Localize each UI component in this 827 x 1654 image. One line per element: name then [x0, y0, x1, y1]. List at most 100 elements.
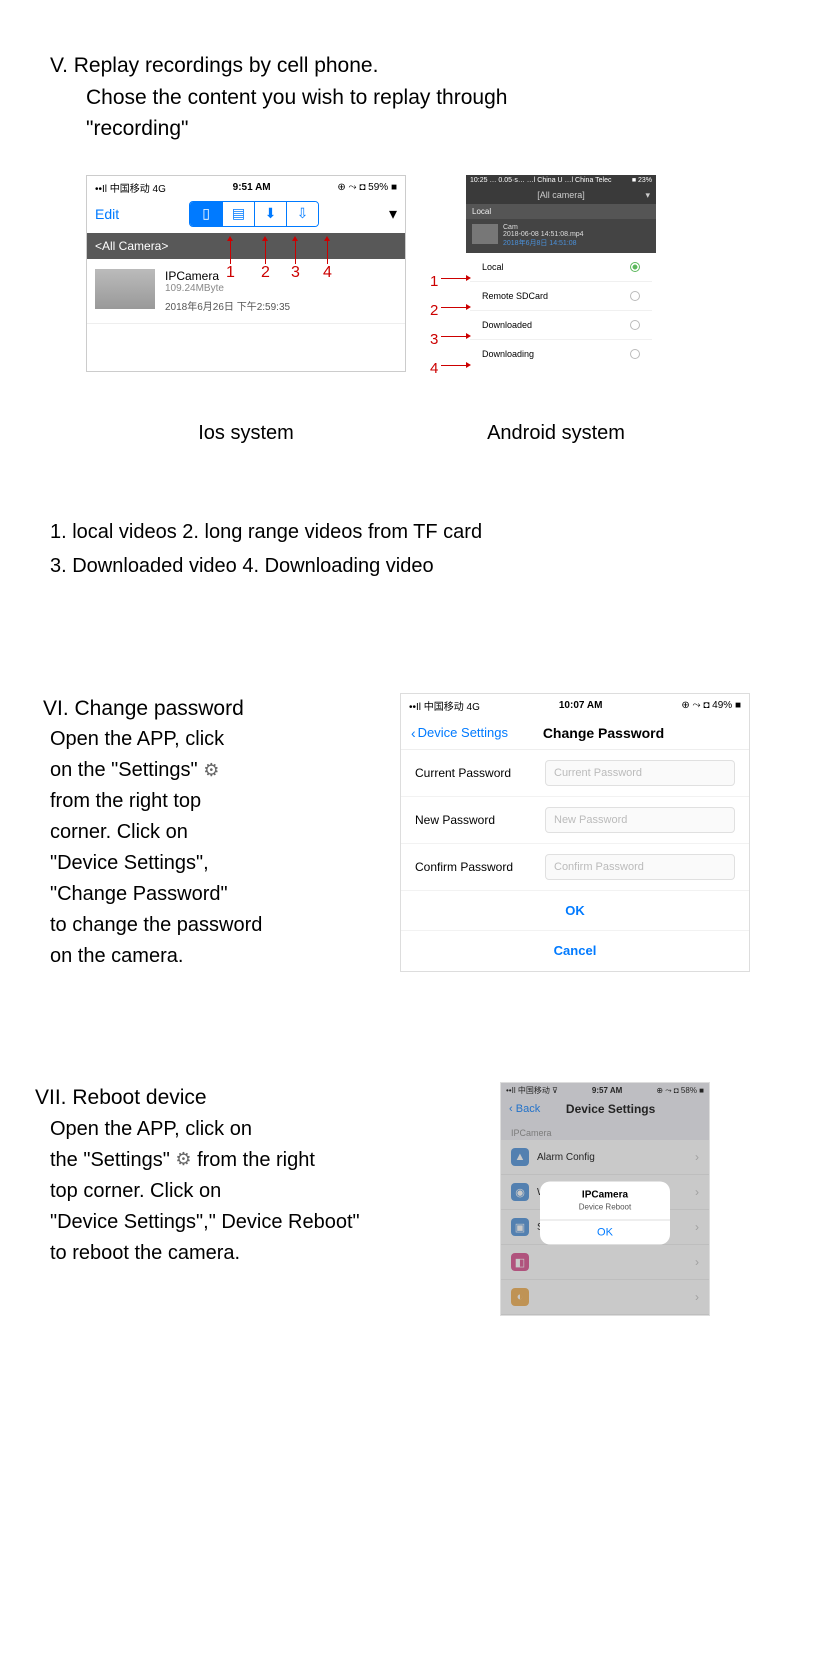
callout-number: 3 — [430, 331, 438, 348]
video-thumbnail — [95, 269, 155, 309]
heading-line: "recording" — [86, 113, 787, 145]
downloading-icon[interactable]: ⇩ — [286, 202, 318, 226]
ios-caption: Ios system — [86, 422, 406, 445]
option-remote-sd[interactable]: Remote SDCard — [470, 282, 652, 311]
callout-number: 4 — [430, 360, 438, 377]
callout-number: 1 — [226, 264, 235, 282]
segmented-control[interactable]: ▯ ▤ ⬇ ⇩ — [189, 201, 319, 227]
video-date: 2018年6月26日 下午2:59:35 — [165, 298, 290, 313]
new-password-row: New Password New Password — [401, 797, 749, 844]
callout-line — [441, 278, 467, 279]
callout: 3 — [430, 331, 467, 348]
alert-title: IPCamera — [540, 1181, 670, 1202]
new-password-input[interactable]: New Password — [545, 807, 735, 833]
option-label: Downloaded — [482, 320, 532, 330]
body-text: on the "Settings" — [50, 759, 198, 781]
alert-ok-button[interactable]: OK — [540, 1219, 670, 1244]
callout-line — [441, 336, 467, 337]
status-battery: ⊕ ⤳ ◘ 49% ■ — [681, 700, 741, 711]
body-line: to change the password — [50, 910, 370, 941]
section7-text: VII. Reboot device Open the APP, click o… — [50, 1082, 470, 1269]
radio-icon — [630, 262, 640, 272]
edit-button[interactable]: Edit — [95, 206, 119, 222]
option-label: Remote SDCard — [482, 291, 548, 301]
heading-line: V. Replay recordings by cell phone. — [50, 50, 787, 82]
downloaded-icon[interactable]: ⬇ — [254, 202, 286, 226]
status-carrier: ••Il 中国移动 4G — [409, 698, 480, 713]
current-password-row: Current Password Current Password — [401, 750, 749, 797]
radio-icon — [630, 320, 640, 330]
bottom-sheet: Local Remote SDCard Downloaded Downloadi… — [470, 253, 652, 368]
callout-arrow — [295, 240, 296, 264]
option-downloaded[interactable]: Downloaded — [470, 311, 652, 340]
callout-arrow — [230, 240, 231, 264]
status-time: 9:51 AM — [233, 182, 271, 193]
body-line: on the camera. — [50, 941, 370, 972]
video-name: Cam — [503, 224, 584, 231]
ios-screenshot-recordings: ••Il 中国移动 4G 9:51 AM ⊕ ⤳ ◘ 59% ■ Edit ▯ … — [86, 175, 406, 372]
option-local[interactable]: Local — [470, 253, 652, 282]
callout-number: 3 — [291, 264, 300, 282]
ok-button[interactable]: OK — [401, 891, 749, 931]
section-change-password: VI. Change password Open the APP, click … — [50, 693, 787, 973]
filter-icon[interactable]: ▾ — [389, 204, 397, 224]
alert-message: Device Reboot — [540, 1202, 670, 1219]
video-date: 2018年6月8日 14:51:08 — [503, 238, 584, 248]
body-line: Open the APP, click on — [50, 1114, 470, 1145]
sd-card-icon[interactable]: ▤ — [222, 202, 254, 226]
cancel-button[interactable]: Cancel — [401, 931, 749, 970]
callout: 1 — [430, 273, 467, 290]
confirm-password-input[interactable]: Confirm Password — [545, 854, 735, 880]
current-password-input[interactable]: Current Password — [545, 760, 735, 786]
field-label: New Password — [415, 813, 545, 827]
ios-screenshot-change-password: ••Il 中国移动 4G 10:07 AM ⊕ ⤳ ◘ 49% ■ ‹ Devi… — [400, 693, 750, 973]
option-downloading[interactable]: Downloading — [470, 340, 652, 368]
status-left: 10:25 … 0.05·s… …l China U …l China Tele… — [470, 177, 612, 184]
video-row[interactable]: Cam 2018-06-08 14:51:08.mp4 2018年6月8日 14… — [466, 219, 656, 253]
video-row[interactable]: IPCamera 109.24MByte 2018年6月26日 下午2:59:3… — [87, 259, 405, 324]
body-line: the "Settings" ⚙ from the right — [50, 1145, 470, 1176]
section6-text: VI. Change password Open the APP, click … — [50, 693, 370, 973]
nav-bar: Edit ▯ ▤ ⬇ ⇩ ▾ — [87, 199, 405, 233]
android-caption: Android system — [406, 422, 706, 445]
video-file: 2018-06-08 14:51:08.mp4 — [503, 231, 584, 238]
body-line: "Device Settings"," Device Reboot" — [50, 1207, 470, 1238]
breadcrumb[interactable]: <All Camera> — [87, 233, 405, 259]
filter-icon[interactable]: ▾ — [645, 190, 650, 201]
callout-line — [441, 365, 467, 366]
screen-title: [All camera] ▾ — [466, 186, 656, 204]
section5-heading: V. Replay recordings by cell phone. Chos… — [50, 50, 787, 145]
option-label: Downloading — [482, 349, 534, 359]
chevron-left-icon[interactable]: ‹ — [411, 725, 416, 741]
phone-icon[interactable]: ▯ — [190, 202, 222, 226]
callout-number: 2 — [430, 302, 438, 319]
status-battery: ⊕ ⤳ ◘ 59% ■ — [337, 182, 397, 193]
video-meta: Cam 2018-06-08 14:51:08.mp4 2018年6月8日 14… — [503, 224, 584, 248]
body-line: "Device Settings", — [50, 848, 370, 879]
status-bar: ••Il 中国移动 4G 10:07 AM ⊕ ⤳ ◘ 49% ■ — [401, 694, 749, 717]
radio-icon — [630, 349, 640, 359]
status-carrier: ••Il 中国移动 4G — [95, 180, 166, 195]
field-label: Confirm Password — [415, 860, 545, 874]
video-size: 109.24MByte — [165, 283, 290, 294]
gear-icon: ⚙ — [175, 1146, 191, 1174]
body-line: to reboot the camera. — [50, 1238, 470, 1269]
heading-line: Chose the content you wish to replay thr… — [86, 82, 787, 114]
legend-line: 1. local videos 2. long range videos fro… — [50, 515, 787, 549]
section6-heading: VI. Change password — [43, 693, 370, 725]
android-screenshot-wrap: 10:25 … 0.05·s… …l China U …l China Tele… — [466, 175, 656, 372]
body-text: the "Settings" — [50, 1149, 170, 1171]
caption-row: Ios system Android system — [86, 422, 787, 445]
ios-screenshot-device-settings: ••Il 中国移动 ⊽ 9:57 AM ⊕ ⤳ ◘ 58% ■ ‹ Back D… — [500, 1082, 710, 1316]
page-title: Change Password — [468, 725, 739, 741]
callout-arrow — [265, 240, 266, 264]
callout-number: 1 — [430, 273, 438, 290]
screenshot-row: ••Il 中国移动 4G 9:51 AM ⊕ ⤳ ◘ 59% ■ Edit ▯ … — [86, 175, 787, 372]
body-line: Open the APP, click — [50, 724, 370, 755]
section7-heading: VII. Reboot device — [35, 1082, 470, 1114]
callout: 2 — [430, 302, 467, 319]
section-replay: V. Replay recordings by cell phone. Chos… — [50, 50, 787, 583]
alert-dialog: IPCamera Device Reboot OK — [540, 1181, 670, 1244]
callout-arrow — [327, 240, 328, 264]
status-bar: ••Il 中国移动 4G 9:51 AM ⊕ ⤳ ◘ 59% ■ — [87, 176, 405, 199]
